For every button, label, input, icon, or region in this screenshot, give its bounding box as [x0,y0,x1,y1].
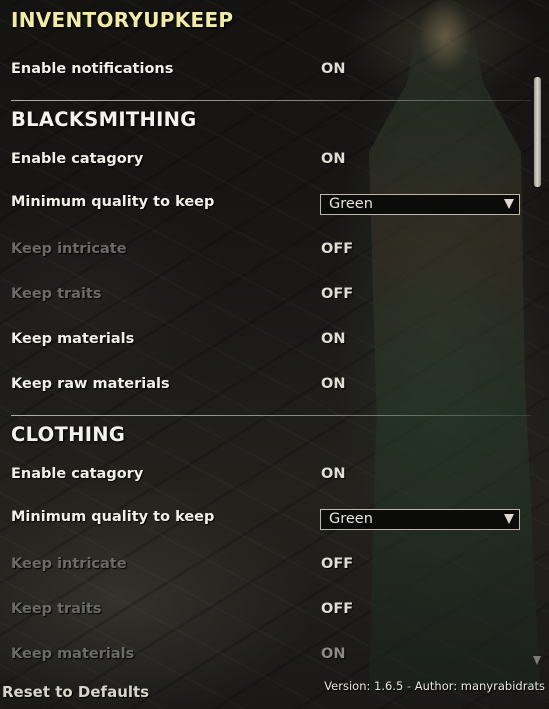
bs-min-quality-dropdown[interactable]: Green [320,194,520,215]
setting-label: Minimum quality to keep [11,509,215,525]
toggle-cl-keep-materials[interactable]: ON [321,646,345,662]
setting-cl-keep-intricate: Keep intricate OFF [11,556,521,578]
cl-min-quality-dropdown[interactable]: Green [320,509,520,530]
toggle-bs-keep-intricate[interactable]: OFF [321,241,353,257]
setting-label: Enable catagory [11,466,144,482]
toggle-cl-keep-traits[interactable]: OFF [321,601,353,617]
settings-scrollbar[interactable] [531,62,543,676]
scroll-down-arrow-icon[interactable] [533,656,541,665]
section-header-blacksmithing: BLACKSMITHING [11,108,197,131]
toggle-bs-enable-category[interactable]: ON [321,151,345,167]
separator: - [406,679,412,693]
page-title: INVENTORYUPKEEP [11,8,234,32]
setting-cl-keep-materials: Keep materials ON [11,646,521,668]
setting-cl-keep-traits: Keep traits OFF [11,601,521,623]
version-author-info: Version: 1.6.5 - Author: manyrabidrats [324,679,545,693]
addon-settings-panel: INVENTORYUPKEEP Enable notifications ON … [0,0,549,709]
toggle-bs-keep-traits[interactable]: OFF [321,286,353,302]
chevron-down-icon [504,199,514,209]
toggle-enable-notifications[interactable]: ON [321,61,345,77]
setting-label: Keep raw materials [11,376,170,392]
setting-label: Keep traits [11,601,102,617]
section-divider [11,100,531,101]
toggle-bs-keep-raw-materials[interactable]: ON [321,376,345,392]
version-label: Version: 1.6.5 [324,679,404,693]
reset-to-defaults-button[interactable]: Reset to Defaults [2,683,149,701]
setting-bs-keep-raw-materials: Keep raw materials ON [11,376,521,398]
setting-cl-enable-category: Enable catagory ON [11,466,521,488]
setting-label: Keep intricate [11,241,127,257]
setting-label: Keep materials [11,646,135,662]
section-header-clothing: CLOTHING [11,423,126,446]
dropdown-selected-value: Green [329,511,373,527]
setting-label: Keep intricate [11,556,127,572]
setting-label: Enable catagory [11,151,144,167]
setting-bs-keep-intricate: Keep intricate OFF [11,241,521,263]
scrollbar-thumb[interactable] [534,77,541,187]
setting-bs-enable-category: Enable catagory ON [11,151,521,173]
chevron-down-icon [504,514,514,524]
setting-label: Minimum quality to keep [11,194,215,210]
toggle-cl-keep-intricate[interactable]: OFF [321,556,353,572]
dropdown-selected-value: Green [329,196,373,212]
setting-bs-keep-materials: Keep materials ON [11,331,521,353]
section-divider [11,415,531,416]
setting-label: Enable notifications [11,61,174,77]
setting-enable-notifications: Enable notifications ON [11,61,521,83]
author-label: Author: manyrabidrats [414,679,545,693]
setting-bs-keep-traits: Keep traits OFF [11,286,521,308]
setting-label: Keep traits [11,286,102,302]
toggle-cl-enable-category[interactable]: ON [321,466,345,482]
toggle-bs-keep-materials[interactable]: ON [321,331,345,347]
setting-label: Keep materials [11,331,135,347]
